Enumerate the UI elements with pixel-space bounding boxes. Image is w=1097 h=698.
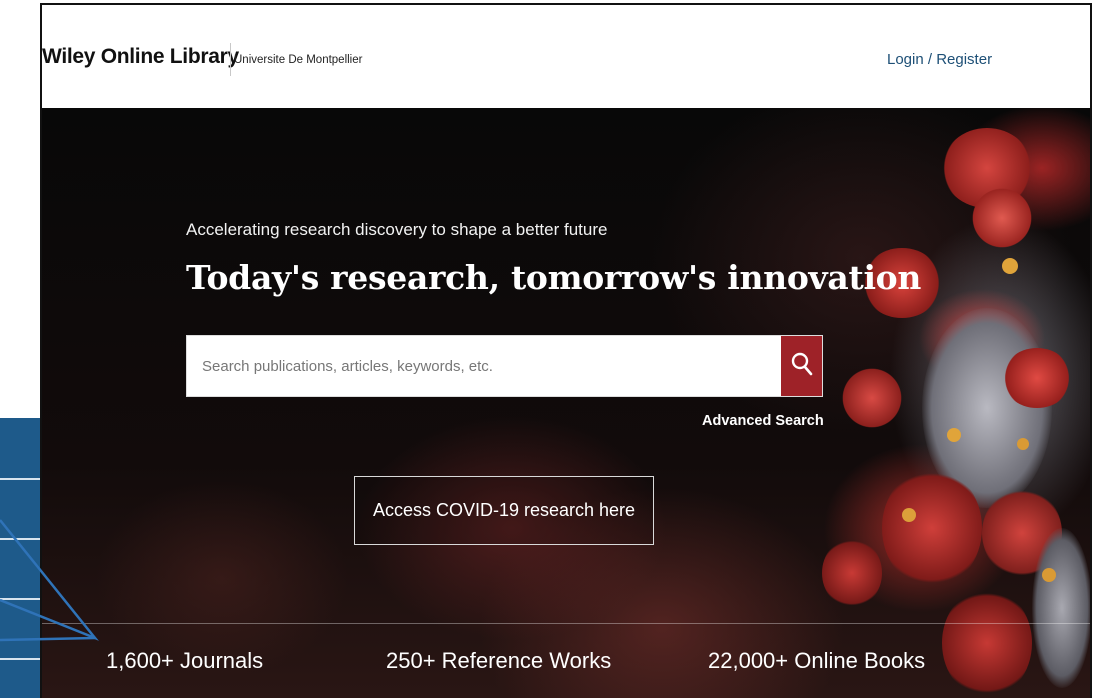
search-icon: [791, 352, 813, 381]
hero-banner: Accelerating research discovery to shape…: [42, 108, 1090, 698]
hero-tagline: Accelerating research discovery to shape…: [186, 220, 608, 239]
background-panel: [0, 418, 42, 698]
covid-research-button[interactable]: Access COVID-19 research here: [354, 476, 654, 545]
background-divider: [0, 538, 42, 540]
stats-divider: [42, 623, 1090, 624]
background-divider: [0, 478, 42, 480]
search-input[interactable]: [187, 336, 782, 396]
institution-name: Universite De Montpellier: [234, 54, 363, 66]
site-logo[interactable]: Wiley Online Library: [42, 45, 239, 69]
browser-page: Wiley Online Library Universite De Montp…: [40, 3, 1092, 698]
background-divider: [0, 658, 42, 660]
stat-journals[interactable]: 1,600+ Journals: [106, 648, 263, 674]
search-bar: [186, 335, 823, 397]
site-header: Wiley Online Library Universite De Montp…: [42, 5, 1090, 108]
login-register-link[interactable]: Login / Register: [887, 51, 992, 68]
stat-reference-works[interactable]: 250+ Reference Works: [386, 648, 611, 674]
hero-headline: Today's research, tomorrow's innovation: [186, 258, 922, 297]
search-button[interactable]: [781, 336, 822, 396]
stat-online-books[interactable]: 22,000+ Online Books: [708, 648, 925, 674]
background-divider: [0, 598, 42, 600]
advanced-search-link[interactable]: Advanced Search: [702, 413, 824, 429]
header-divider: [230, 43, 231, 76]
